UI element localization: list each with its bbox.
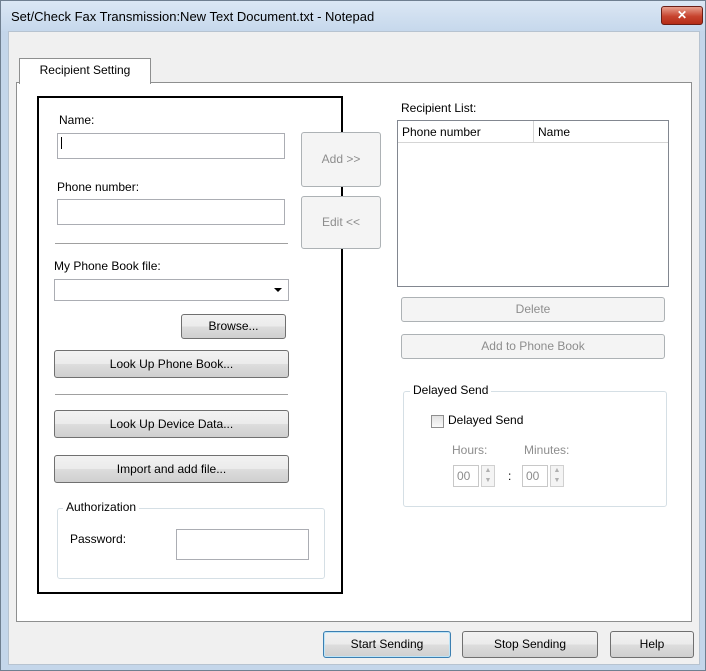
phonebook-file-combo[interactable] [54,279,289,301]
spin-down-icon[interactable]: ▼ [482,476,494,486]
password-input[interactable] [176,529,309,560]
column-header-phone[interactable]: Phone number [398,121,534,143]
minutes-spin-buttons[interactable]: ▲ ▼ [550,465,564,487]
lookup-device-data-button[interactable]: Look Up Device Data... [54,410,289,438]
recipient-list[interactable]: Phone number Name [397,120,669,287]
lookup-phonebook-button[interactable]: Look Up Phone Book... [54,350,289,378]
minutes-label: Minutes: [524,443,570,457]
separator [55,243,288,244]
browse-button[interactable]: Browse... [181,314,286,339]
hours-spin-buttons[interactable]: ▲ ▼ [481,465,495,487]
add-button[interactable]: Add >> [301,132,381,187]
edit-button[interactable]: Edit << [301,196,381,249]
name-label: Name: [59,113,95,127]
password-label: Password: [70,532,127,546]
recipient-list-label: Recipient List: [401,101,477,115]
stop-sending-button[interactable]: Stop Sending [462,631,598,658]
spin-up-icon[interactable]: ▲ [551,466,563,476]
text-caret [61,137,62,149]
start-sending-button[interactable]: Start Sending [323,631,451,658]
delayed-send-checkbox[interactable] [431,415,444,428]
authorization-title: Authorization [63,500,140,514]
title-bar[interactable]: Set/Check Fax Transmission:New Text Docu… [1,1,705,31]
import-add-file-button[interactable]: Import and add file... [54,455,289,483]
spin-down-icon[interactable]: ▼ [551,476,563,486]
hours-spinner[interactable]: 00 [453,465,479,487]
phone-number-input[interactable] [57,199,285,225]
close-icon: ✕ [676,8,688,22]
chevron-down-icon [274,288,282,292]
add-to-phonebook-button[interactable]: Add to Phone Book [401,334,665,359]
separator [55,394,288,395]
window-title: Set/Check Fax Transmission:New Text Docu… [11,9,375,24]
hours-label: Hours: [452,443,488,457]
column-header-name[interactable]: Name [534,121,668,143]
name-input[interactable] [57,133,285,159]
time-colon: : [508,469,512,483]
help-button[interactable]: Help [610,631,694,658]
phone-number-label: Phone number: [57,180,140,194]
close-button[interactable]: ✕ [661,6,703,25]
delayed-send-title: Delayed Send [410,383,492,397]
phonebook-file-label: My Phone Book file: [54,259,161,273]
spin-up-icon[interactable]: ▲ [482,466,494,476]
delayed-send-checkbox-label: Delayed Send [448,413,524,427]
minutes-spinner[interactable]: 00 [522,465,548,487]
delete-button[interactable]: Delete [401,297,665,322]
tab-recipient-setting[interactable]: Recipient Setting [19,58,151,84]
